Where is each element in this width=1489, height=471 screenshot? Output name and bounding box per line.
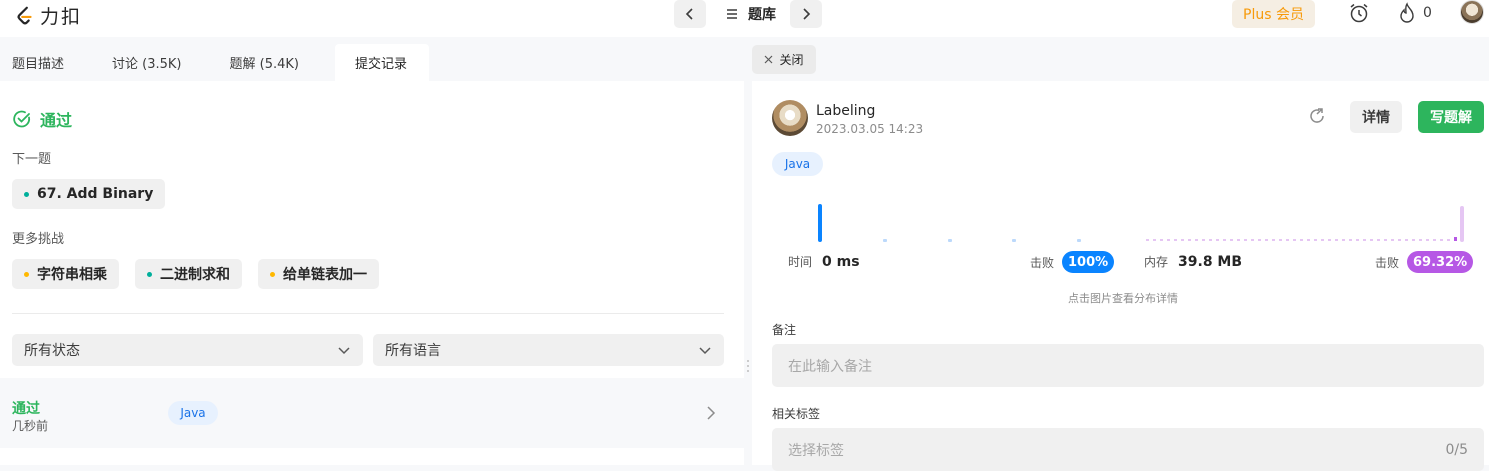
runtime-beat: 击败 100% — [1030, 251, 1115, 273]
memory-beat-label: 击败 — [1375, 255, 1400, 270]
runtime-value: 0 ms — [822, 253, 860, 270]
leetcode-logo-icon — [17, 6, 32, 24]
streak-count: 0 — [1423, 5, 1432, 21]
detail-button[interactable]: 详情 — [1350, 101, 1402, 133]
tags-placeholder: 选择标签 — [788, 442, 844, 459]
submission-time: 几秒前 — [12, 419, 49, 433]
challenge-title: 二进制求和 — [160, 267, 230, 283]
list-icon — [727, 9, 737, 19]
runtime-beat-badge: 100% — [1062, 251, 1115, 273]
memory-metric: 内存 39.8 MB — [1144, 253, 1242, 270]
language-filter-select[interactable]: 所有语言 — [373, 334, 724, 366]
submission-language-badge: Java — [168, 401, 218, 425]
memory-bar-current — [1454, 237, 1457, 241]
runtime-bar — [1077, 239, 1081, 242]
chevron-right-icon — [707, 406, 716, 420]
right-tab-bar: 关闭 — [752, 44, 1489, 81]
tab-submissions[interactable]: 提交记录 — [334, 44, 429, 81]
status-filter-select[interactable]: 所有状态 — [12, 334, 363, 366]
status-filter-value: 所有状态 — [24, 343, 80, 359]
top-bar: 力扣 题库 Plus 会员 0 — [0, 0, 1489, 37]
left-tab-bar: 题目描述 讨论 (3.5K) 题解 (5.4K) 提交记录 — [0, 44, 744, 81]
language-filter-value: 所有语言 — [385, 343, 441, 359]
runtime-bar — [883, 239, 887, 242]
difficulty-dot — [24, 271, 29, 277]
memory-value: 39.8 MB — [1178, 253, 1243, 270]
problem-list-label: 题库 — [748, 7, 776, 23]
tab-solutions[interactable]: 题解 (5.4K) — [218, 44, 321, 81]
chevron-left-icon — [685, 8, 693, 20]
submitter-avatar[interactable] — [772, 100, 808, 136]
language-badge: Java — [772, 152, 823, 176]
submission-row[interactable]: 通过 几秒前 Java — [0, 378, 744, 448]
tab-discussion[interactable]: 讨论 (3.5K) — [100, 44, 203, 81]
runtime-bar — [948, 239, 952, 242]
submission-status: 通过 — [12, 401, 40, 417]
distribution-chart[interactable] — [772, 194, 1472, 246]
runtime-label: 时间 — [788, 255, 813, 269]
runtime-bar-current — [818, 204, 822, 242]
memory-label: 内存 — [1144, 255, 1169, 269]
next-problem-chip[interactable]: 67. Add Binary — [12, 179, 166, 209]
refresh-icon[interactable] — [1308, 107, 1326, 125]
next-problem-button[interactable] — [790, 0, 822, 28]
alarm-clock-icon[interactable] — [1348, 2, 1370, 24]
submitter-name[interactable]: Labeling — [816, 103, 875, 119]
prev-problem-button[interactable] — [674, 0, 706, 28]
panel-resize-handle[interactable] — [744, 44, 752, 465]
left-panel: 题目描述 讨论 (3.5K) 题解 (5.4K) 提交记录 通过 下一题 67.… — [0, 44, 744, 465]
close-label: 关闭 — [779, 53, 804, 67]
next-problem-label: 下一题 — [12, 152, 52, 167]
drag-handle-icon — [747, 360, 749, 372]
right-panel: 关闭 Labeling 2023.03.05 14:23 详情 写题解 Java… — [752, 44, 1489, 471]
chevron-down-icon — [338, 347, 350, 355]
memory-beat-badge: 69.32% — [1407, 251, 1474, 273]
challenge-title: 字符串相乘 — [37, 267, 107, 283]
logo-text: 力扣 — [40, 6, 83, 28]
tags-count: 0/5 — [1445, 441, 1468, 458]
logo[interactable]: 力扣 — [14, 2, 82, 29]
problem-list-button[interactable]: 题库 — [716, 0, 786, 28]
memory-bar — [1460, 206, 1464, 242]
note-input[interactable]: 在此输入备注 — [772, 344, 1484, 387]
tab-description[interactable]: 题目描述 — [0, 44, 86, 81]
chevron-down-icon — [699, 347, 711, 355]
next-problem-title: 67. Add Binary — [37, 186, 154, 202]
more-challenges-label: 更多挑战 — [12, 232, 65, 247]
challenge-chip[interactable]: 二进制求和 — [135, 259, 242, 289]
memory-beat: 击败 69.32% — [1375, 251, 1474, 273]
close-detail-tab[interactable]: 关闭 — [752, 45, 816, 74]
runtime-bar — [1012, 239, 1016, 242]
runtime-metric: 时间 0 ms — [788, 253, 860, 270]
fire-icon[interactable] — [1398, 2, 1416, 24]
challenge-chip[interactable]: 给单链表加一 — [258, 259, 379, 289]
challenge-chip[interactable]: 字符串相乘 — [12, 259, 119, 289]
runtime-beat-label: 击败 — [1030, 255, 1055, 270]
check-circle-icon — [13, 110, 31, 128]
difficulty-dot — [24, 191, 29, 197]
plus-membership-button[interactable]: Plus 会员 — [1232, 0, 1315, 28]
chevron-right-icon — [803, 8, 811, 20]
submission-date: 2023.03.05 14:23 — [816, 122, 924, 136]
close-icon — [765, 55, 773, 64]
accepted-label: 通过 — [40, 111, 73, 130]
accepted-status: 通过 — [12, 107, 72, 131]
write-solution-button[interactable]: 写题解 — [1418, 101, 1484, 133]
challenge-title: 给单链表加一 — [283, 267, 367, 283]
tags-label: 相关标签 — [772, 407, 821, 421]
note-placeholder: 在此输入备注 — [788, 358, 872, 375]
divider — [12, 313, 724, 314]
user-avatar[interactable] — [1460, 0, 1484, 24]
note-label: 备注 — [772, 323, 797, 337]
distribution-hint[interactable]: 点击图片查看分布详情 — [1068, 290, 1178, 306]
difficulty-dot — [147, 271, 152, 277]
difficulty-dot — [270, 271, 275, 277]
